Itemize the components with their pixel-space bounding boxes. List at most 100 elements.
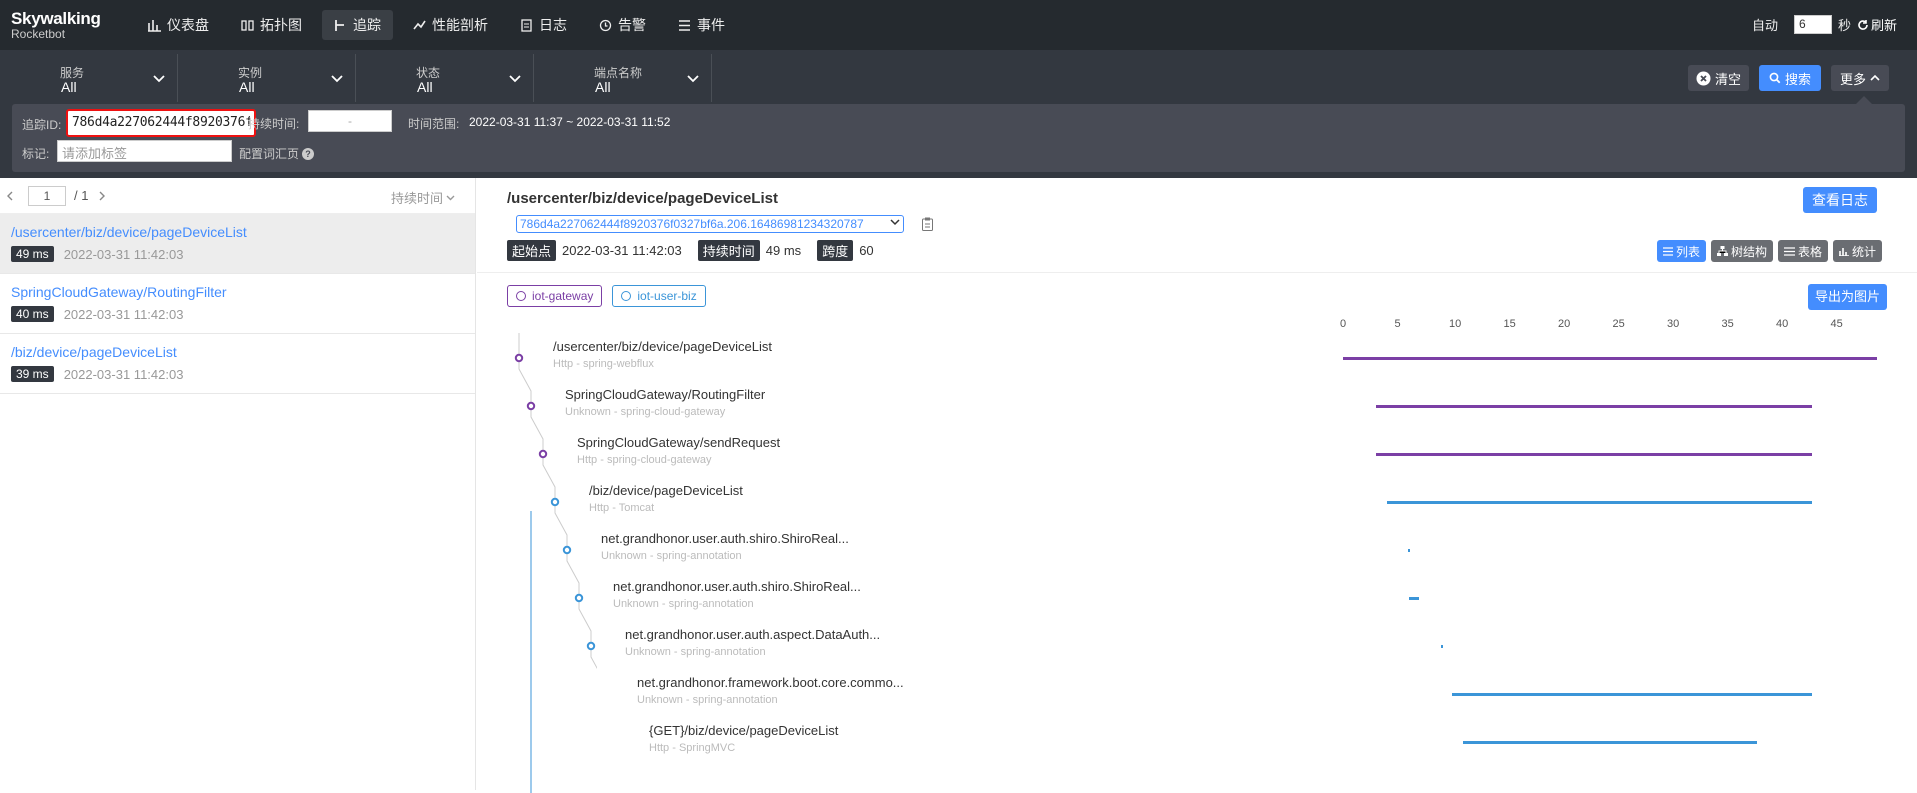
clear-button[interactable]: 清空 [1687, 65, 1749, 91]
span-name: SpringCloudGateway/sendRequest [577, 435, 781, 450]
logo-title: Skywalking [11, 9, 101, 28]
span-row[interactable]: net.grandhonor.user.auth.shiro.ShiroReal… [477, 525, 1917, 573]
trace-meta: 起始点 2022-03-31 11:42:03 持续时间 49 ms 跨度 60 [507, 240, 884, 261]
nav-item-log[interactable]: 日志 [508, 10, 579, 40]
span-duration-bar [1452, 693, 1812, 696]
duration-badge: 49 ms [11, 246, 54, 262]
clear-label: 清空 [1714, 71, 1741, 87]
service-tag-label: iot-gateway [532, 289, 594, 303]
trace-endpoint[interactable]: SpringCloudGateway/RoutingFilter [11, 284, 475, 300]
event-icon [679, 19, 690, 31]
search-button[interactable]: 搜索 [1758, 65, 1821, 91]
span-tree: /usercenter/biz/device/pageDeviceList Ht… [477, 333, 1917, 793]
clipboard-icon[interactable] [921, 217, 934, 231]
sort-select[interactable]: 持续时间 [391, 188, 455, 207]
start-value: 2022-03-31 11:42:03 [562, 243, 682, 258]
axis-tick-label: 45 [1830, 318, 1843, 330]
duration-badge: 40 ms [11, 306, 54, 322]
nav-item-event[interactable]: 事件 [666, 10, 737, 40]
status-select[interactable]: 状态 All [358, 54, 534, 102]
trace-endpoint[interactable]: /biz/device/pageDeviceList [11, 344, 475, 360]
auto-interval-input[interactable]: 6 [1793, 15, 1832, 34]
nav-item-label: 性能剖析 [432, 17, 488, 33]
service-select[interactable]: 服务 All [2, 54, 178, 102]
tag-label: 标记: [22, 147, 50, 161]
span-name: {GET}/biz/device/pageDeviceList [649, 723, 839, 738]
axis-tick-label: 0 [1340, 318, 1347, 330]
view-log-button[interactable]: 查看日志 [1803, 187, 1877, 213]
span-component: Unknown - spring-cloud-gateway [565, 406, 726, 418]
trace-id-field[interactable]: 786d4a227062444f8920376f0327bf6a [66, 109, 256, 137]
chevron-down-icon [331, 75, 343, 83]
nav-item-label: 仪表盘 [167, 17, 209, 33]
start-label: 起始点 [507, 240, 557, 261]
span-duration-bar [1386, 501, 1812, 504]
service-tag-iot-gateway[interactable]: iot-gateway [507, 285, 603, 307]
trace-title: /usercenter/biz/device/pageDeviceList [507, 190, 778, 207]
tab-list[interactable]: 列表 [1656, 240, 1706, 262]
nav-item-dashboard[interactable]: 仪表盘 [136, 10, 221, 40]
span-component: Http - spring-webflux [553, 358, 654, 370]
page-input[interactable]: 1 [28, 185, 66, 206]
span-row[interactable]: net.grandhonor.framework.boot.core.commo… [477, 669, 1917, 717]
topology-icon [241, 19, 254, 31]
refresh-label: 刷新 [1870, 18, 1897, 33]
span-row[interactable]: {GET}/biz/device/pageDeviceList Http - S… [477, 717, 1917, 765]
more-label: 更多 [1839, 71, 1866, 87]
span-name: net.grandhonor.framework.boot.core.commo… [637, 675, 904, 690]
tab-statistics[interactable]: 统计 [1832, 240, 1882, 262]
time-range-value[interactable]: 2022-03-31 11:37 ~ 2022-03-31 11:52 [469, 115, 670, 129]
dashboard-icon [148, 19, 161, 32]
nav-item-label: 日志 [539, 17, 567, 33]
instance-select[interactable]: 实例 All [180, 54, 356, 102]
span-row[interactable]: net.grandhonor.user.auth.shiro.ShiroReal… [477, 573, 1917, 621]
auto-refresh-control: 自动 6 秒 刷新 [1752, 15, 1897, 34]
export-image-button[interactable]: 导出为图片 [1807, 284, 1887, 310]
chevron-left-icon[interactable] [6, 191, 14, 201]
span-duration-bar [1375, 405, 1812, 408]
service-tag-iot-user-biz[interactable]: iot-user-biz [612, 285, 706, 307]
span-duration-bar [1441, 645, 1444, 648]
chevron-right-icon[interactable] [98, 191, 106, 201]
chevron-down-icon [509, 75, 521, 83]
nav-item-topology[interactable]: 拓扑图 [229, 10, 314, 40]
bar-chart-icon [1838, 247, 1849, 256]
trace-list-panel: 1 / 1 持续时间 /usercenter/biz/device/pageDe… [0, 178, 476, 790]
refresh-button[interactable]: 刷新 [1857, 15, 1897, 34]
trace-endpoint[interactable]: /usercenter/biz/device/pageDeviceList [11, 224, 475, 240]
chevron-down-icon [446, 195, 455, 200]
span-component: Unknown - spring-annotation [637, 694, 778, 706]
tab-table[interactable]: 表格 [1777, 240, 1828, 262]
nav-item-alarm[interactable]: 告警 [587, 10, 658, 40]
trace-icon [335, 19, 344, 31]
nav-item-label: 拓扑图 [260, 17, 302, 33]
chevron-up-icon [1870, 74, 1880, 81]
trace-id-select[interactable]: 786d4a227062444f8920376f0327bf6a.206.164… [516, 215, 904, 233]
more-button[interactable]: 更多 [1830, 65, 1889, 91]
help-icon[interactable]: ? [302, 147, 315, 160]
trace-list: /usercenter/biz/device/pageDeviceList 49… [0, 214, 475, 394]
alarm-icon [599, 19, 612, 31]
span-row[interactable]: /usercenter/biz/device/pageDeviceList Ht… [477, 333, 1917, 381]
filter-actions: 清空 搜索 更多 [1687, 65, 1889, 91]
span-row[interactable]: /biz/device/pageDeviceList Http - Tomcat [477, 477, 1917, 525]
skywalking-logo[interactable]: Skywalking Rocketbot [11, 9, 111, 45]
duration-input[interactable]: - [308, 110, 392, 132]
trace-id-input[interactable]: 786d4a227062444f8920376f0327bf6a [72, 115, 250, 132]
trace-list-item[interactable]: /biz/device/pageDeviceList 39 ms 2022-03… [0, 334, 475, 394]
trace-list-item[interactable]: /usercenter/biz/device/pageDeviceList 49… [0, 214, 475, 274]
trace-time: 2022-03-31 11:42:03 [63, 306, 184, 322]
filter-bar: 服务 All 实例 All 状态 All 端点名称 All 清空 搜索 更多 追… [0, 50, 1917, 178]
tab-tree[interactable]: 树结构 [1710, 240, 1773, 262]
endpoint-select[interactable]: 端点名称 All [536, 54, 712, 102]
span-row[interactable]: SpringCloudGateway/RoutingFilter Unknown… [477, 381, 1917, 429]
span-row[interactable]: net.grandhonor.user.auth.aspect.DataAuth… [477, 621, 1917, 669]
nav-item-trace[interactable]: 追踪 [322, 10, 393, 40]
tag-input[interactable]: 请添加标签 [57, 140, 232, 162]
trace-list-item[interactable]: SpringCloudGateway/RoutingFilter 40 ms 2… [0, 274, 475, 334]
search-icon [1769, 72, 1781, 84]
service-tag-label: iot-user-biz [637, 289, 697, 303]
nav-item-profile[interactable]: 性能剖析 [401, 10, 500, 40]
vocab-link[interactable]: 配置词汇页 ? [239, 145, 315, 162]
span-row[interactable]: SpringCloudGateway/sendRequest Http - sp… [477, 429, 1917, 477]
